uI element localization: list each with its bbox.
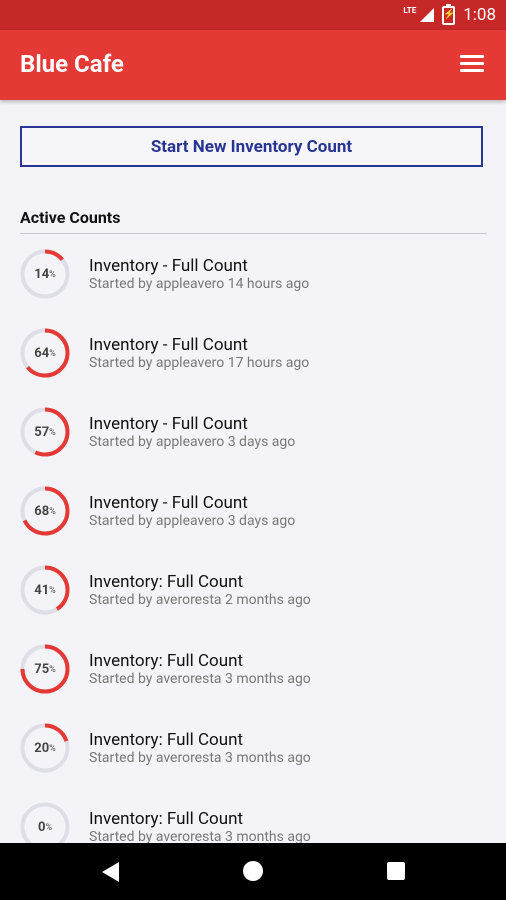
- count-subtitle: Started by appleavero 3 days ago: [89, 513, 296, 529]
- progress-ring: 57%: [20, 407, 70, 457]
- count-subtitle: Started by appleavero 3 days ago: [89, 434, 296, 450]
- signal-icon: [420, 8, 435, 22]
- menu-line: [460, 69, 484, 72]
- progress-ring: 41%: [20, 565, 70, 615]
- app-title: Blue Cafe: [20, 50, 124, 78]
- section-title-active-counts: Active Counts: [20, 208, 121, 227]
- progress-ring: 14%: [20, 249, 70, 299]
- count-title: Inventory: Full Count: [89, 730, 244, 750]
- progress-percent: 75%: [20, 644, 70, 694]
- menu-line: [460, 55, 484, 58]
- count-title: Inventory: Full Count: [89, 572, 244, 592]
- count-title: Inventory: Full Count: [89, 651, 244, 671]
- recent-apps-icon[interactable]: [387, 862, 405, 880]
- count-title: Inventory - Full Count: [89, 256, 248, 276]
- percent-sign: %: [49, 507, 56, 517]
- back-icon[interactable]: [102, 862, 119, 882]
- count-list-item[interactable]: 57% Inventory - Full Count Started by ap…: [0, 402, 506, 481]
- percent-value: 41: [34, 582, 50, 598]
- count-title: Inventory: Full Count: [89, 809, 244, 829]
- count-title: Inventory - Full Count: [89, 335, 248, 355]
- percent-sign: %: [49, 349, 56, 359]
- battery-charging-icon: [442, 3, 456, 25]
- clock: 1:08: [463, 5, 496, 25]
- status-icons: LTE 1:08: [403, 0, 496, 30]
- count-list-item[interactable]: 14% Inventory - Full Count Started by ap…: [0, 244, 506, 323]
- start-new-inventory-count-button[interactable]: Start New Inventory Count: [20, 126, 483, 167]
- active-counts-list: 14% Inventory - Full Count Started by ap…: [0, 244, 506, 876]
- menu-line: [460, 62, 484, 65]
- network-type-label: LTE: [403, 5, 417, 15]
- count-subtitle: Started by averoresta 3 months ago: [89, 750, 311, 766]
- count-subtitle: Started by averoresta 3 months ago: [89, 671, 311, 687]
- percent-value: 68: [34, 503, 50, 519]
- status-bar: LTE 1:08: [0, 0, 506, 30]
- count-list-item[interactable]: 20% Inventory: Full Count Started by ave…: [0, 718, 506, 797]
- progress-ring: 75%: [20, 644, 70, 694]
- progress-percent: 14%: [20, 249, 70, 299]
- count-subtitle: Started by appleavero 14 hours ago: [89, 276, 310, 292]
- percent-sign: %: [49, 744, 56, 754]
- percent-value: 75: [34, 661, 50, 677]
- progress-percent: 20%: [20, 723, 70, 773]
- percent-value: 0: [37, 819, 46, 835]
- count-list-item[interactable]: 75% Inventory: Full Count Started by ave…: [0, 639, 506, 718]
- app-bar: Blue Cafe: [0, 30, 506, 100]
- system-navigation-bar: [0, 843, 506, 900]
- percent-value: 14: [34, 266, 50, 282]
- percent-sign: %: [49, 665, 56, 675]
- percent-sign: %: [45, 823, 53, 833]
- count-title: Inventory - Full Count: [89, 493, 248, 513]
- percent-sign: %: [49, 586, 56, 596]
- progress-ring: 64%: [20, 328, 70, 378]
- count-list-item[interactable]: 68% Inventory - Full Count Started by ap…: [0, 481, 506, 560]
- progress-percent: 57%: [20, 407, 70, 457]
- count-title: Inventory - Full Count: [89, 414, 248, 434]
- count-subtitle: Started by averoresta 2 months ago: [89, 592, 311, 608]
- percent-value: 20: [34, 740, 50, 756]
- count-subtitle: Started by appleavero 17 hours ago: [89, 355, 310, 371]
- percent-sign: %: [49, 270, 56, 280]
- section-divider: [20, 233, 487, 234]
- progress-ring: 68%: [20, 486, 70, 536]
- progress-percent: 64%: [20, 328, 70, 378]
- count-list-item[interactable]: 41% Inventory: Full Count Started by ave…: [0, 560, 506, 639]
- percent-sign: %: [49, 428, 56, 438]
- count-list-item[interactable]: 64% Inventory - Full Count Started by ap…: [0, 323, 506, 402]
- percent-value: 57: [34, 424, 50, 440]
- progress-ring: 20%: [20, 723, 70, 773]
- hamburger-menu-icon[interactable]: [460, 55, 484, 73]
- home-icon[interactable]: [243, 861, 263, 881]
- progress-percent: 68%: [20, 486, 70, 536]
- progress-percent: 41%: [20, 565, 70, 615]
- percent-value: 64: [34, 345, 50, 361]
